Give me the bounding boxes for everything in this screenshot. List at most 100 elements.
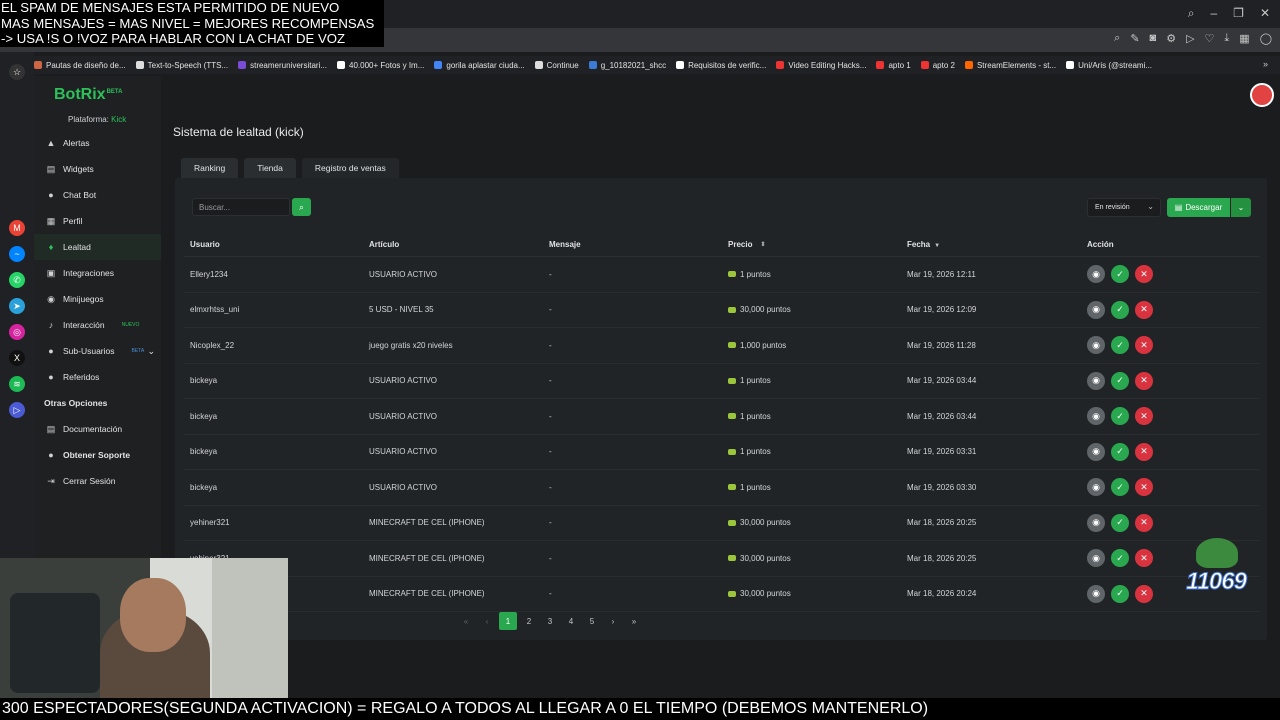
reject-button[interactable]: ✕ — [1135, 371, 1153, 390]
extension-icon[interactable]: ▦ — [1239, 32, 1249, 45]
reject-button[interactable]: ✕ — [1135, 442, 1153, 461]
view-button[interactable]: ◉ — [1087, 407, 1105, 426]
reject-button[interactable]: ✕ — [1135, 549, 1153, 568]
reject-button[interactable]: ✕ — [1135, 513, 1153, 532]
sidebar-item-integraciones[interactable]: ▣ Integraciones — [34, 260, 161, 286]
reject-button[interactable]: ✕ — [1135, 265, 1153, 284]
first-page-button[interactable]: « — [457, 612, 475, 630]
sidebar-item-referidos[interactable]: ● Referidos — [34, 364, 161, 390]
approve-button[interactable]: ✓ — [1111, 442, 1129, 461]
search-icon[interactable]: ⌕ — [1188, 6, 1195, 21]
page-5-button[interactable]: 5 — [583, 612, 601, 630]
reject-button[interactable]: ✕ — [1135, 336, 1153, 355]
brand-logo[interactable]: BotRixBETA — [54, 86, 122, 104]
close-icon[interactable]: ✕ — [1260, 6, 1270, 21]
prev-page-button[interactable]: ‹ — [478, 612, 496, 630]
whatsapp-icon[interactable]: ✆ — [9, 272, 25, 288]
bookmark-item[interactable]: StreamElements - st... — [964, 61, 1056, 70]
tab-tienda[interactable]: Tienda — [244, 158, 296, 178]
bookmarks-more-icon[interactable]: » — [1263, 59, 1268, 69]
sidebar-item-widgets[interactable]: ▤ Widgets — [34, 156, 161, 182]
settings-icon[interactable]: ⚙ — [1166, 32, 1176, 45]
gmail-icon[interactable]: M — [9, 220, 25, 236]
telegram-icon[interactable]: ➤ — [9, 298, 25, 314]
approve-button[interactable]: ✓ — [1111, 407, 1129, 426]
edit-icon[interactable]: ✎ — [1130, 32, 1139, 45]
last-page-button[interactable]: » — [625, 612, 643, 630]
approve-button[interactable]: ✓ — [1111, 336, 1129, 355]
zoom-icon[interactable]: ⌕ — [1114, 32, 1120, 45]
bookmark-item[interactable]: Video Editing Hacks... — [776, 61, 866, 70]
spotify-icon[interactable]: ≋ — [9, 376, 25, 392]
approve-button[interactable]: ✓ — [1111, 478, 1129, 497]
favorites-icon[interactable]: ☆ — [9, 64, 25, 80]
view-button[interactable]: ◉ — [1087, 478, 1105, 497]
download-button[interactable]: ▤ Descargar — [1167, 198, 1230, 217]
favorite-icon[interactable]: ♡ — [1205, 32, 1215, 45]
page-1-button[interactable]: 1 — [499, 612, 517, 630]
view-button[interactable]: ◉ — [1087, 265, 1105, 284]
tab-registro-de-ventas[interactable]: Registro de ventas — [301, 158, 399, 178]
reject-button[interactable]: ✕ — [1135, 300, 1153, 319]
sidebar-item-cerrar-sesion[interactable]: ⇥ Cerrar Sesión — [34, 468, 161, 494]
bookmark-item[interactable]: Continue — [534, 61, 579, 70]
approve-button[interactable]: ✓ — [1111, 265, 1129, 284]
bookmark-item[interactable]: Requisitos de verific... — [676, 61, 766, 70]
view-button[interactable]: ◉ — [1087, 584, 1105, 603]
reject-button[interactable]: ✕ — [1135, 584, 1153, 603]
column-header-precio[interactable]: Precio ⇕ — [722, 240, 901, 249]
search-input[interactable] — [192, 198, 290, 216]
sidebar-item-minijuegos[interactable]: ◉ Minijuegos — [34, 286, 161, 312]
sidebar-item-documentacion[interactable]: ▤ Documentación — [34, 416, 161, 442]
approve-button[interactable]: ✓ — [1111, 300, 1129, 319]
bookmark-item[interactable]: Pautas de diseño de... — [34, 61, 126, 70]
sidebar-item-chat-bot[interactable]: ● Chat Bot — [34, 182, 161, 208]
search-button[interactable]: ⌕ — [292, 198, 311, 216]
x-icon[interactable]: X — [9, 350, 25, 366]
view-button[interactable]: ◉ — [1087, 513, 1105, 532]
minimize-icon[interactable]: – — [1210, 6, 1217, 21]
restore-icon[interactable]: ❐ — [1233, 6, 1244, 21]
bookmark-item[interactable]: apto 2 — [920, 61, 955, 70]
sidebar-item-perfil[interactable]: ▦ Perfil — [34, 208, 161, 234]
sidebar-item-alertas[interactable]: ▲ Alertas — [34, 130, 161, 156]
instagram-icon[interactable]: ◎ — [9, 324, 25, 340]
view-button[interactable]: ◉ — [1087, 336, 1105, 355]
tab-ranking[interactable]: Ranking — [181, 158, 239, 178]
bookmark-item[interactable]: Uni/Aris (@streami... — [1066, 61, 1152, 70]
view-button[interactable]: ◉ — [1087, 371, 1105, 390]
bookmark-item[interactable]: 40.000+ Fotos y Im... — [337, 61, 424, 70]
view-button[interactable]: ◉ — [1087, 442, 1105, 461]
media-icon[interactable]: ▷ — [9, 402, 25, 418]
reject-button[interactable]: ✕ — [1135, 407, 1153, 426]
bookmark-item[interactable]: g_10182021_shcc — [588, 61, 666, 70]
messenger-icon[interactable]: ~ — [9, 246, 25, 262]
page-2-button[interactable]: 2 — [520, 612, 538, 630]
bookmark-item[interactable]: apto 1 — [876, 61, 911, 70]
sidebar-item-lealtad[interactable]: ♦ Lealtad — [34, 234, 161, 260]
bookmark-item[interactable]: Text-to-Speech (TTS... — [135, 61, 228, 70]
avatar[interactable] — [1250, 83, 1274, 107]
reject-button[interactable]: ✕ — [1135, 478, 1153, 497]
next-page-button[interactable]: › — [604, 612, 622, 630]
status-filter-select[interactable]: En revisión ⌄ — [1087, 198, 1161, 217]
download-options-button[interactable]: ⌄ — [1231, 198, 1251, 217]
play-icon[interactable]: ▷ — [1186, 32, 1194, 45]
sidebar-item-obtener-soporte[interactable]: ● Obtener Soporte — [34, 442, 161, 468]
approve-button[interactable]: ✓ — [1111, 584, 1129, 603]
approve-button[interactable]: ✓ — [1111, 513, 1129, 532]
page-3-button[interactable]: 3 — [541, 612, 559, 630]
bookmark-item[interactable]: streameruniversitari... — [238, 61, 327, 70]
view-button[interactable]: ◉ — [1087, 300, 1105, 319]
approve-button[interactable]: ✓ — [1111, 549, 1129, 568]
approve-button[interactable]: ✓ — [1111, 371, 1129, 390]
download-icon[interactable]: ⤓ — [1224, 32, 1229, 45]
view-button[interactable]: ◉ — [1087, 549, 1105, 568]
bookmark-item[interactable]: gorila aplastar ciuda... — [434, 61, 525, 70]
sidebar-item-sub-usuarios[interactable]: ● Sub-Usuarios BETA ⌄ — [34, 338, 161, 364]
sidebar-item-interaccion[interactable]: ♪ Interacción NUEVO — [34, 312, 161, 338]
camera-icon[interactable]: ◙ — [1150, 32, 1157, 45]
column-header-fecha[interactable]: Fecha ▼ — [901, 240, 1081, 249]
page-4-button[interactable]: 4 — [562, 612, 580, 630]
profile-icon[interactable]: ◯ — [1260, 32, 1272, 45]
